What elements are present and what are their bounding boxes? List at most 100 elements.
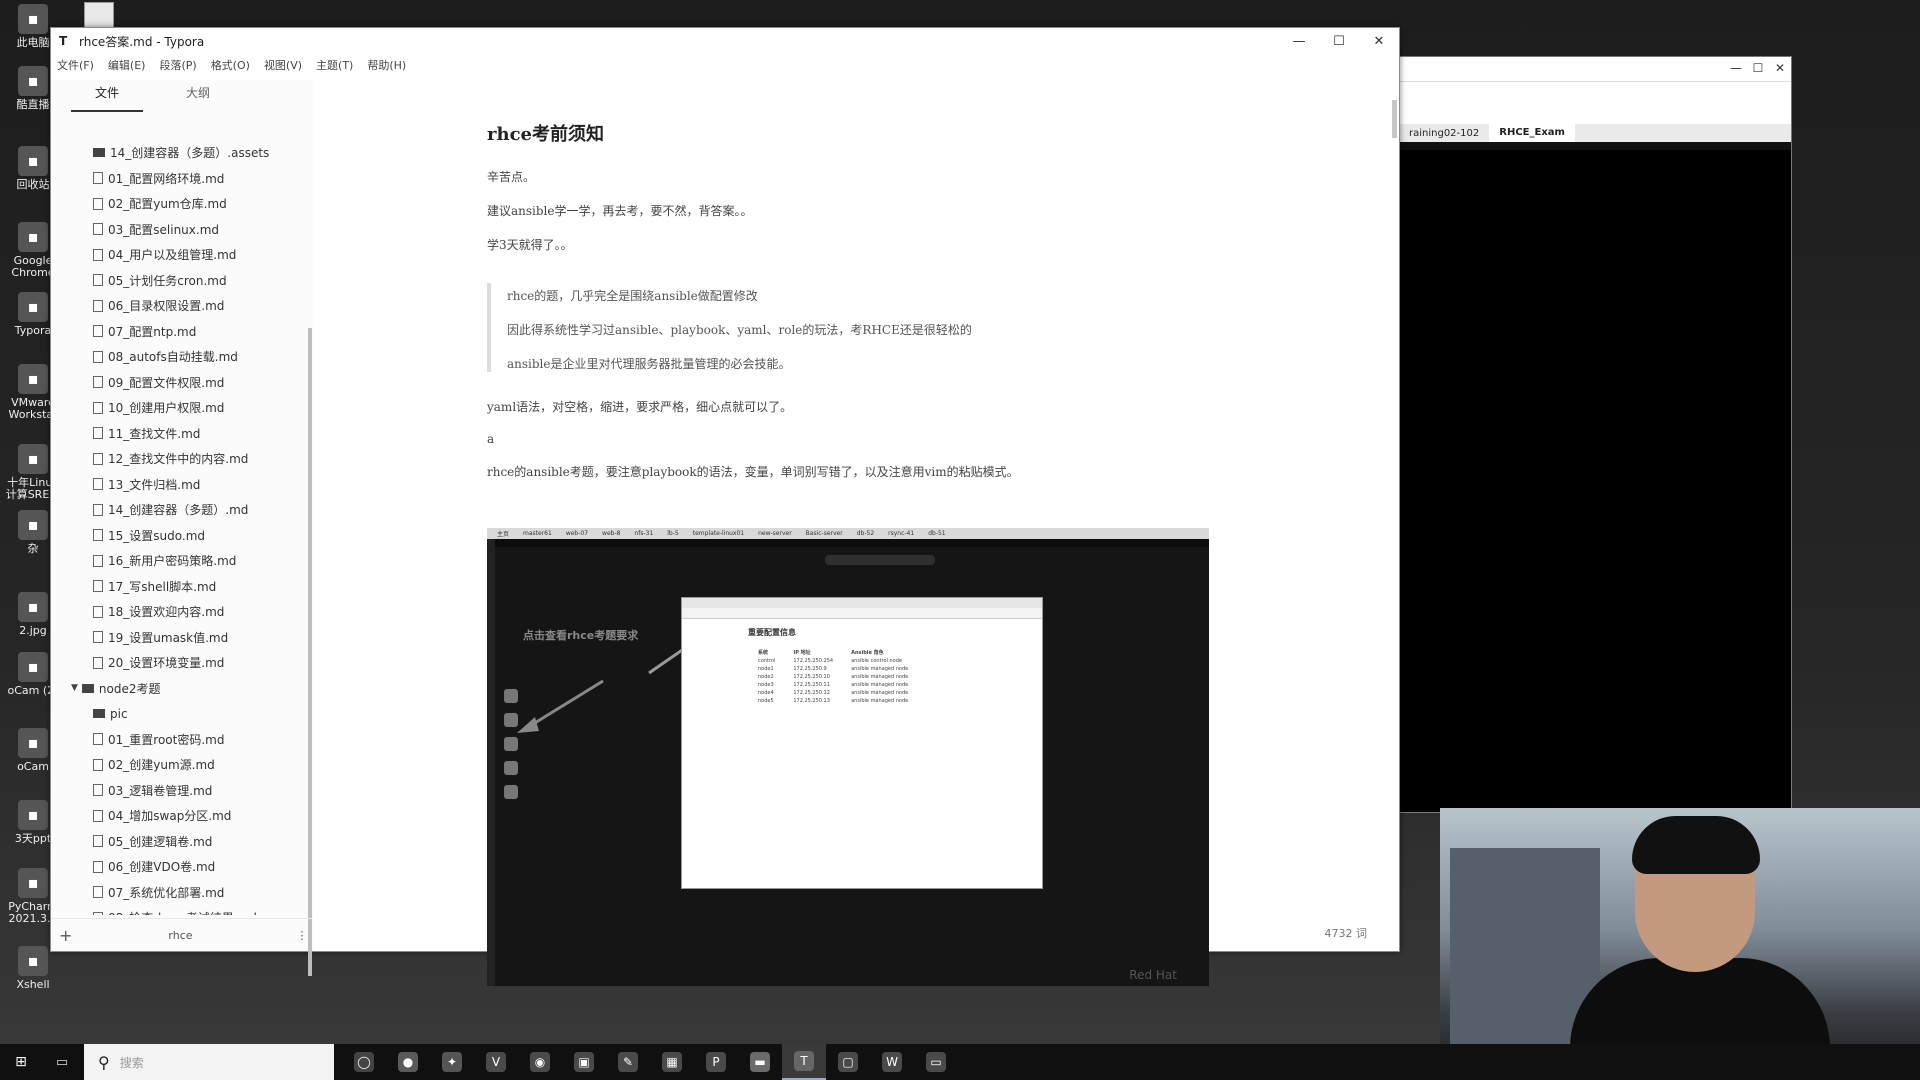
file-tree-label: 04_增加swap分区.md — [108, 809, 232, 824]
background-window-blank — [1399, 81, 1791, 124]
taskbar-app[interactable]: ✎ — [606, 1044, 650, 1080]
file-tree-file[interactable]: 02_配置yum仓库.md — [51, 191, 313, 217]
blockquote[interactable]: rhce的题，几乎完全是围绕ansible做配置修改 因此得系统性学习过ansi… — [487, 283, 1287, 372]
taskbar-app[interactable]: ▣ — [562, 1044, 606, 1080]
taskbar-app[interactable]: V — [474, 1044, 518, 1080]
file-icon — [93, 452, 103, 465]
sidebar-scrollbar[interactable] — [308, 328, 312, 976]
vm-table-row: node2 172.25.250.10 ansible managed node — [758, 673, 926, 681]
file-tree-file[interactable]: 17_写shell脚本.md — [51, 574, 313, 600]
menu-view[interactable]: 视图(V) — [264, 57, 302, 73]
maximize-button[interactable]: ☐ — [1319, 34, 1359, 49]
pycharm-icon: ▪ — [18, 868, 48, 898]
file-tree-file[interactable]: 12_查找文件中的内容.md — [51, 446, 313, 472]
paragraph[interactable]: 建议ansible学一学，再去考，要不然，背答案。。 — [487, 202, 1287, 219]
menu-paragraph[interactable]: 段落(P) — [159, 57, 196, 73]
editor-scrollbar[interactable] — [1392, 100, 1397, 138]
file-icon — [93, 274, 103, 287]
embedded-screenshot[interactable]: 主页 master61 web-07 web-8 nfs-31 lb-5 template-… — [487, 528, 1209, 986]
taskbar-app[interactable]: ◉ — [518, 1044, 562, 1080]
file-tree-file[interactable]: 18_设置欢迎内容.md — [51, 599, 313, 625]
file-tree-file[interactable]: 03_配置selinux.md — [51, 217, 313, 243]
file-tree-file[interactable]: 05_计划任务cron.md — [51, 268, 313, 294]
taskbar-app[interactable]: ▢ — [826, 1044, 870, 1080]
desktop-icon[interactable]: ▪ Xshell — [4, 946, 62, 991]
tab-rhce-exam[interactable]: RHCE_Exam — [1489, 124, 1575, 142]
file-tree-file[interactable]: 07_系统优化部署.md — [51, 880, 313, 906]
taskbar-app[interactable]: ▬ — [738, 1044, 782, 1080]
menu-file[interactable]: 文件(F) — [57, 57, 94, 73]
taskbar-app[interactable]: ● — [386, 1044, 430, 1080]
close-icon[interactable]: ✕ — [1769, 57, 1791, 81]
taskbar-app[interactable]: ✦ — [430, 1044, 474, 1080]
tab-files[interactable]: 文件 — [71, 80, 143, 112]
file-tree-folder[interactable]: pic — [51, 701, 313, 727]
file-tree-file[interactable]: 01_重置root密码.md — [51, 727, 313, 753]
close-button[interactable]: ✕ — [1359, 34, 1399, 49]
file-tree-file[interactable]: 09_配置文件权限.md — [51, 370, 313, 396]
file-tree-file[interactable]: 08_检查rhcsa考试结果.md — [51, 905, 313, 915]
paragraph[interactable]: 辛苦点。 — [487, 168, 1287, 185]
maximize-icon[interactable]: ☐ — [1747, 57, 1769, 81]
tab-outline[interactable]: 大纲 — [143, 80, 253, 112]
folder-icon: ▬ — [750, 1052, 770, 1072]
file-tree-file[interactable]: 20_设置环境变量.md — [51, 650, 313, 676]
menu-help[interactable]: 帮助(H) — [367, 57, 406, 73]
file-tree-folder[interactable]: 14_创建容器（多题）.assets — [51, 140, 313, 166]
file-tree-file[interactable]: 02_创建yum源.md — [51, 752, 313, 778]
file-tree-file[interactable]: 19_设置umask值.md — [51, 625, 313, 651]
vm-table-cell: node1 — [758, 666, 774, 672]
add-file-button[interactable]: + — [59, 926, 72, 945]
taskbar-search[interactable]: ⚲ 搜索 — [84, 1044, 334, 1080]
word-count[interactable]: 4732 词 — [1325, 925, 1368, 941]
minimize-button[interactable]: — — [1279, 34, 1319, 49]
paragraph[interactable]: a — [487, 432, 1287, 446]
taskbar-app[interactable]: ▭ — [914, 1044, 958, 1080]
file-icon — [93, 248, 103, 261]
file-tree-file[interactable]: 11_查找文件.md — [51, 421, 313, 447]
taskbar-app[interactable]: ◯ — [342, 1044, 386, 1080]
file-tree-file[interactable]: 06_目录权限设置.md — [51, 293, 313, 319]
taskbar-app[interactable]: W — [870, 1044, 914, 1080]
file-tree-file[interactable]: 04_增加swap分区.md — [51, 803, 313, 829]
file-tree-file[interactable]: 14_创建容器（多题）.md — [51, 497, 313, 523]
vmware-icon: ▢ — [838, 1052, 858, 1072]
vm-tab: web-8 — [602, 530, 621, 537]
editor-pane[interactable]: rhce考前须知 辛苦点。 建议ansible学一学，再去考，要不然，背答案。。… — [313, 80, 1399, 986]
file-tree-file[interactable]: 06_创建VDO卷.md — [51, 854, 313, 880]
paragraph[interactable]: yaml语法，对空格，缩进，要求严格，细心点就可以了。 — [487, 398, 1287, 415]
more-options-icon[interactable]: ⋮ — [297, 929, 308, 942]
menu-edit[interactable]: 编辑(E) — [108, 57, 146, 73]
document-heading[interactable]: rhce考前须知 — [487, 120, 1287, 146]
file-icon — [93, 860, 103, 873]
menu-format[interactable]: 格式(O) — [211, 57, 250, 73]
thumbnail-icon[interactable] — [84, 2, 114, 30]
minimize-icon[interactable]: — — [1725, 57, 1747, 81]
taskbar-app[interactable]: T — [782, 1044, 826, 1080]
background-browser-window[interactable]: — ☐ ✕ raining02-102 RHCE_Exam — [1398, 56, 1792, 813]
file-tree-file[interactable]: 13_文件归档.md — [51, 472, 313, 498]
paragraph[interactable]: rhce的ansible考题，要注意playbook的语法，变量，单词别写错了，… — [487, 463, 1287, 480]
xshell-icon: ▪ — [18, 946, 48, 976]
file-tree-folder[interactable]: ▼ node2考题 — [51, 676, 313, 702]
task-view-icon[interactable]: ▭ — [42, 1055, 82, 1070]
file-tree-file[interactable]: 16_新用户密码策略.md — [51, 548, 313, 574]
vm-table-row: node5 172.25.250.13 ansible managed node — [758, 697, 926, 705]
menu-theme[interactable]: 主题(T) — [316, 57, 353, 73]
quote-line: rhce的题，几乎完全是围绕ansible做配置修改 — [507, 289, 758, 303]
windows-start-icon[interactable]: ⊞ — [0, 1054, 42, 1070]
file-tree-file[interactable]: 07_配置ntp.md — [51, 319, 313, 345]
file-tree-file[interactable]: 10_创建用户权限.md — [51, 395, 313, 421]
file-tree-file[interactable]: 04_用户以及组管理.md — [51, 242, 313, 268]
file-tree-file[interactable]: 08_autofs自动挂载.md — [51, 344, 313, 370]
file-tree-file[interactable]: 01_配置网络环境.md — [51, 166, 313, 192]
taskbar-app[interactable]: ▦ — [650, 1044, 694, 1080]
tab-training[interactable]: raining02-102 — [1399, 128, 1489, 139]
expand-arrow-icon[interactable]: ▼ — [71, 683, 78, 693]
file-tree-file[interactable]: 05_创建逻辑卷.md — [51, 829, 313, 855]
taskbar-app[interactable]: P — [694, 1044, 738, 1080]
file-tree-file[interactable]: 03_逻辑卷管理.md — [51, 778, 313, 804]
paragraph[interactable]: 学3天就得了。。 — [487, 236, 1287, 253]
file-tree-file[interactable]: 15_设置sudo.md — [51, 523, 313, 549]
pycharm-icon: P — [706, 1052, 726, 1072]
